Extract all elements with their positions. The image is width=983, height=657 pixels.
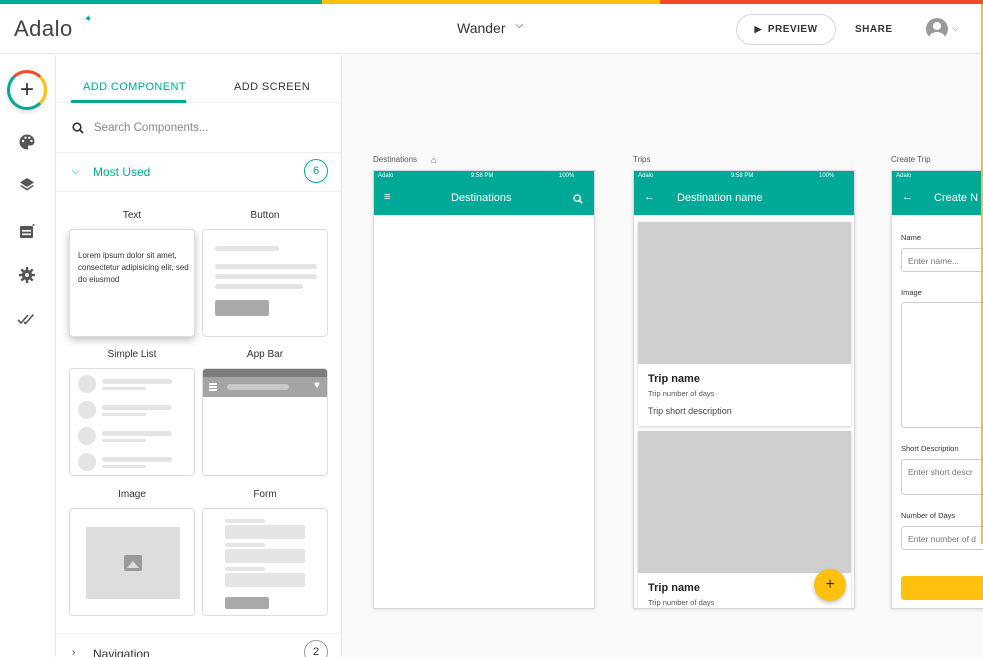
screen-label-trips[interactable]: Trips: [633, 155, 650, 164]
account-chevron-down-icon[interactable]: ⌵: [952, 23, 959, 34]
clock-text: 9:58 PM: [471, 173, 494, 179]
trip-days: Trip number of days: [648, 389, 715, 398]
trip-card[interactable]: Trip name Trip number of days Trip short…: [638, 222, 851, 426]
play-icon: ▶: [754, 24, 762, 34]
database-icon[interactable]: [17, 222, 37, 242]
image-icon: [124, 555, 142, 571]
left-tool-rail: +: [0, 55, 56, 657]
menu-icon[interactable]: ≡: [384, 191, 390, 203]
search-bar: [56, 103, 341, 153]
screen-create-trip[interactable]: Adalo ← Create N Name Enter name... Imag…: [891, 170, 983, 609]
status-bar: Adalo: [892, 171, 983, 183]
top-header: Adalo ✦ Wander ⌵ ▶ PREVIEW SHARE ⌵: [0, 4, 983, 54]
create-trip-button[interactable]: [901, 576, 983, 600]
trip-image: [638, 431, 851, 573]
component-form[interactable]: [202, 508, 328, 616]
field-label-name: Name: [901, 233, 922, 242]
app-bar-title: Destinations: [451, 192, 512, 204]
field-label-short-description: Short Description: [901, 444, 959, 453]
component-simple-list[interactable]: [69, 368, 195, 476]
component-image[interactable]: [69, 508, 195, 616]
chevron-down-icon: ⌵: [72, 166, 80, 177]
adalo-logo[interactable]: Adalo: [14, 16, 73, 42]
field-label-number-of-days: Number of Days: [901, 511, 956, 520]
publish-check-icon[interactable]: [17, 311, 37, 331]
field-label-image: Image: [901, 288, 922, 297]
back-arrow-icon[interactable]: ←: [644, 191, 655, 203]
number-of-days-input[interactable]: Enter number of d: [901, 526, 983, 550]
section-most-used[interactable]: ⌵ Most Used 6: [56, 153, 341, 193]
text-preview: Lorem ipsum dolor sit amet, consectetur …: [78, 251, 189, 284]
carrier-text: Adalo: [896, 173, 912, 179]
section-navigation[interactable]: › Navigation 2: [56, 635, 341, 657]
chevron-right-icon: ›: [72, 647, 76, 657]
component-label-simple-list: Simple List: [107, 349, 157, 360]
logo-sparkle-icon: ✦: [84, 14, 93, 25]
name-input[interactable]: Enter name...: [901, 248, 983, 272]
search-icon[interactable]: [573, 194, 583, 204]
battery-text: 100%: [559, 173, 575, 179]
app-bar-title: Destination name: [677, 192, 763, 204]
component-label-app-bar: App Bar: [246, 349, 284, 360]
trip-description: Trip short description: [648, 406, 732, 416]
component-label-form: Form: [253, 489, 277, 500]
gear-icon[interactable]: [17, 266, 37, 286]
app-bar: ← Destination name: [634, 183, 854, 215]
carrier-text: Adalo: [378, 173, 394, 179]
app-bar: ← Create N: [892, 183, 983, 215]
chevron-down-icon[interactable]: ⌵: [515, 19, 523, 32]
preview-label: PREVIEW: [767, 24, 818, 35]
battery-text: 100%: [819, 173, 835, 179]
component-label-text: Text: [122, 210, 142, 221]
share-button[interactable]: SHARE: [855, 24, 893, 35]
screens-canvas[interactable]: Destinations ⌂ Adalo 9:58 PM 100% ≡ Dest…: [343, 55, 983, 657]
app-bar-title: Create N: [934, 192, 979, 204]
avatar[interactable]: [926, 18, 948, 40]
carrier-text: Adalo: [638, 173, 654, 179]
image-picker[interactable]: [901, 302, 983, 428]
layers-icon[interactable]: [17, 176, 37, 196]
home-icon: ⌂: [431, 155, 437, 165]
screen-label-create-trip[interactable]: Create Trip: [891, 155, 931, 164]
add-icon[interactable]: +: [7, 70, 47, 110]
section-title: Most Used: [93, 165, 151, 179]
trip-days: Trip number of days: [648, 598, 715, 607]
component-label-button: Button: [250, 210, 280, 221]
section-title: Navigation: [93, 647, 150, 657]
app-name-selector[interactable]: Wander: [457, 20, 506, 36]
search-icon: [72, 122, 84, 134]
palette-icon[interactable]: [17, 133, 37, 153]
status-bar: Adalo 9:58 PM 100%: [374, 171, 594, 183]
app-bar: ≡ Destinations: [374, 183, 594, 215]
add-trip-fab[interactable]: +: [814, 569, 846, 601]
tab-add-component[interactable]: ADD COMPONENT: [83, 81, 186, 93]
screen-destinations[interactable]: Adalo 9:58 PM 100% ≡ Destinations: [373, 170, 595, 609]
trip-image: [638, 222, 851, 364]
component-text[interactable]: Lorem ipsum dolor sit amet, consectetur …: [69, 229, 195, 337]
panel-tabs: ADD COMPONENT ADD SCREEN: [56, 55, 341, 103]
trip-name: Trip name: [648, 373, 700, 385]
screen-label-destinations[interactable]: Destinations: [373, 155, 417, 164]
preview-button[interactable]: ▶ PREVIEW: [736, 14, 836, 45]
back-arrow-icon[interactable]: ←: [902, 191, 913, 203]
short-description-input[interactable]: Enter short descr: [901, 459, 983, 495]
trip-name: Trip name: [648, 582, 700, 594]
status-bar: Adalo 9:58 PM 100%: [634, 171, 854, 183]
heart-icon: ♥: [314, 380, 320, 391]
component-app-bar[interactable]: ♥: [202, 368, 328, 476]
component-label-image: Image: [118, 489, 146, 500]
search-input[interactable]: [94, 120, 314, 136]
section-count-badge: 6: [304, 159, 328, 183]
screen-trips[interactable]: Adalo 9:58 PM 100% ← Destination name Tr…: [633, 170, 855, 609]
add-component-panel: ADD COMPONENT ADD SCREEN ⌵ Most Used 6 T…: [56, 55, 342, 657]
tab-add-screen[interactable]: ADD SCREEN: [234, 81, 310, 93]
component-button[interactable]: [202, 229, 328, 337]
section-count-badge: 2: [304, 640, 328, 657]
clock-text: 9:58 PM: [731, 173, 754, 179]
